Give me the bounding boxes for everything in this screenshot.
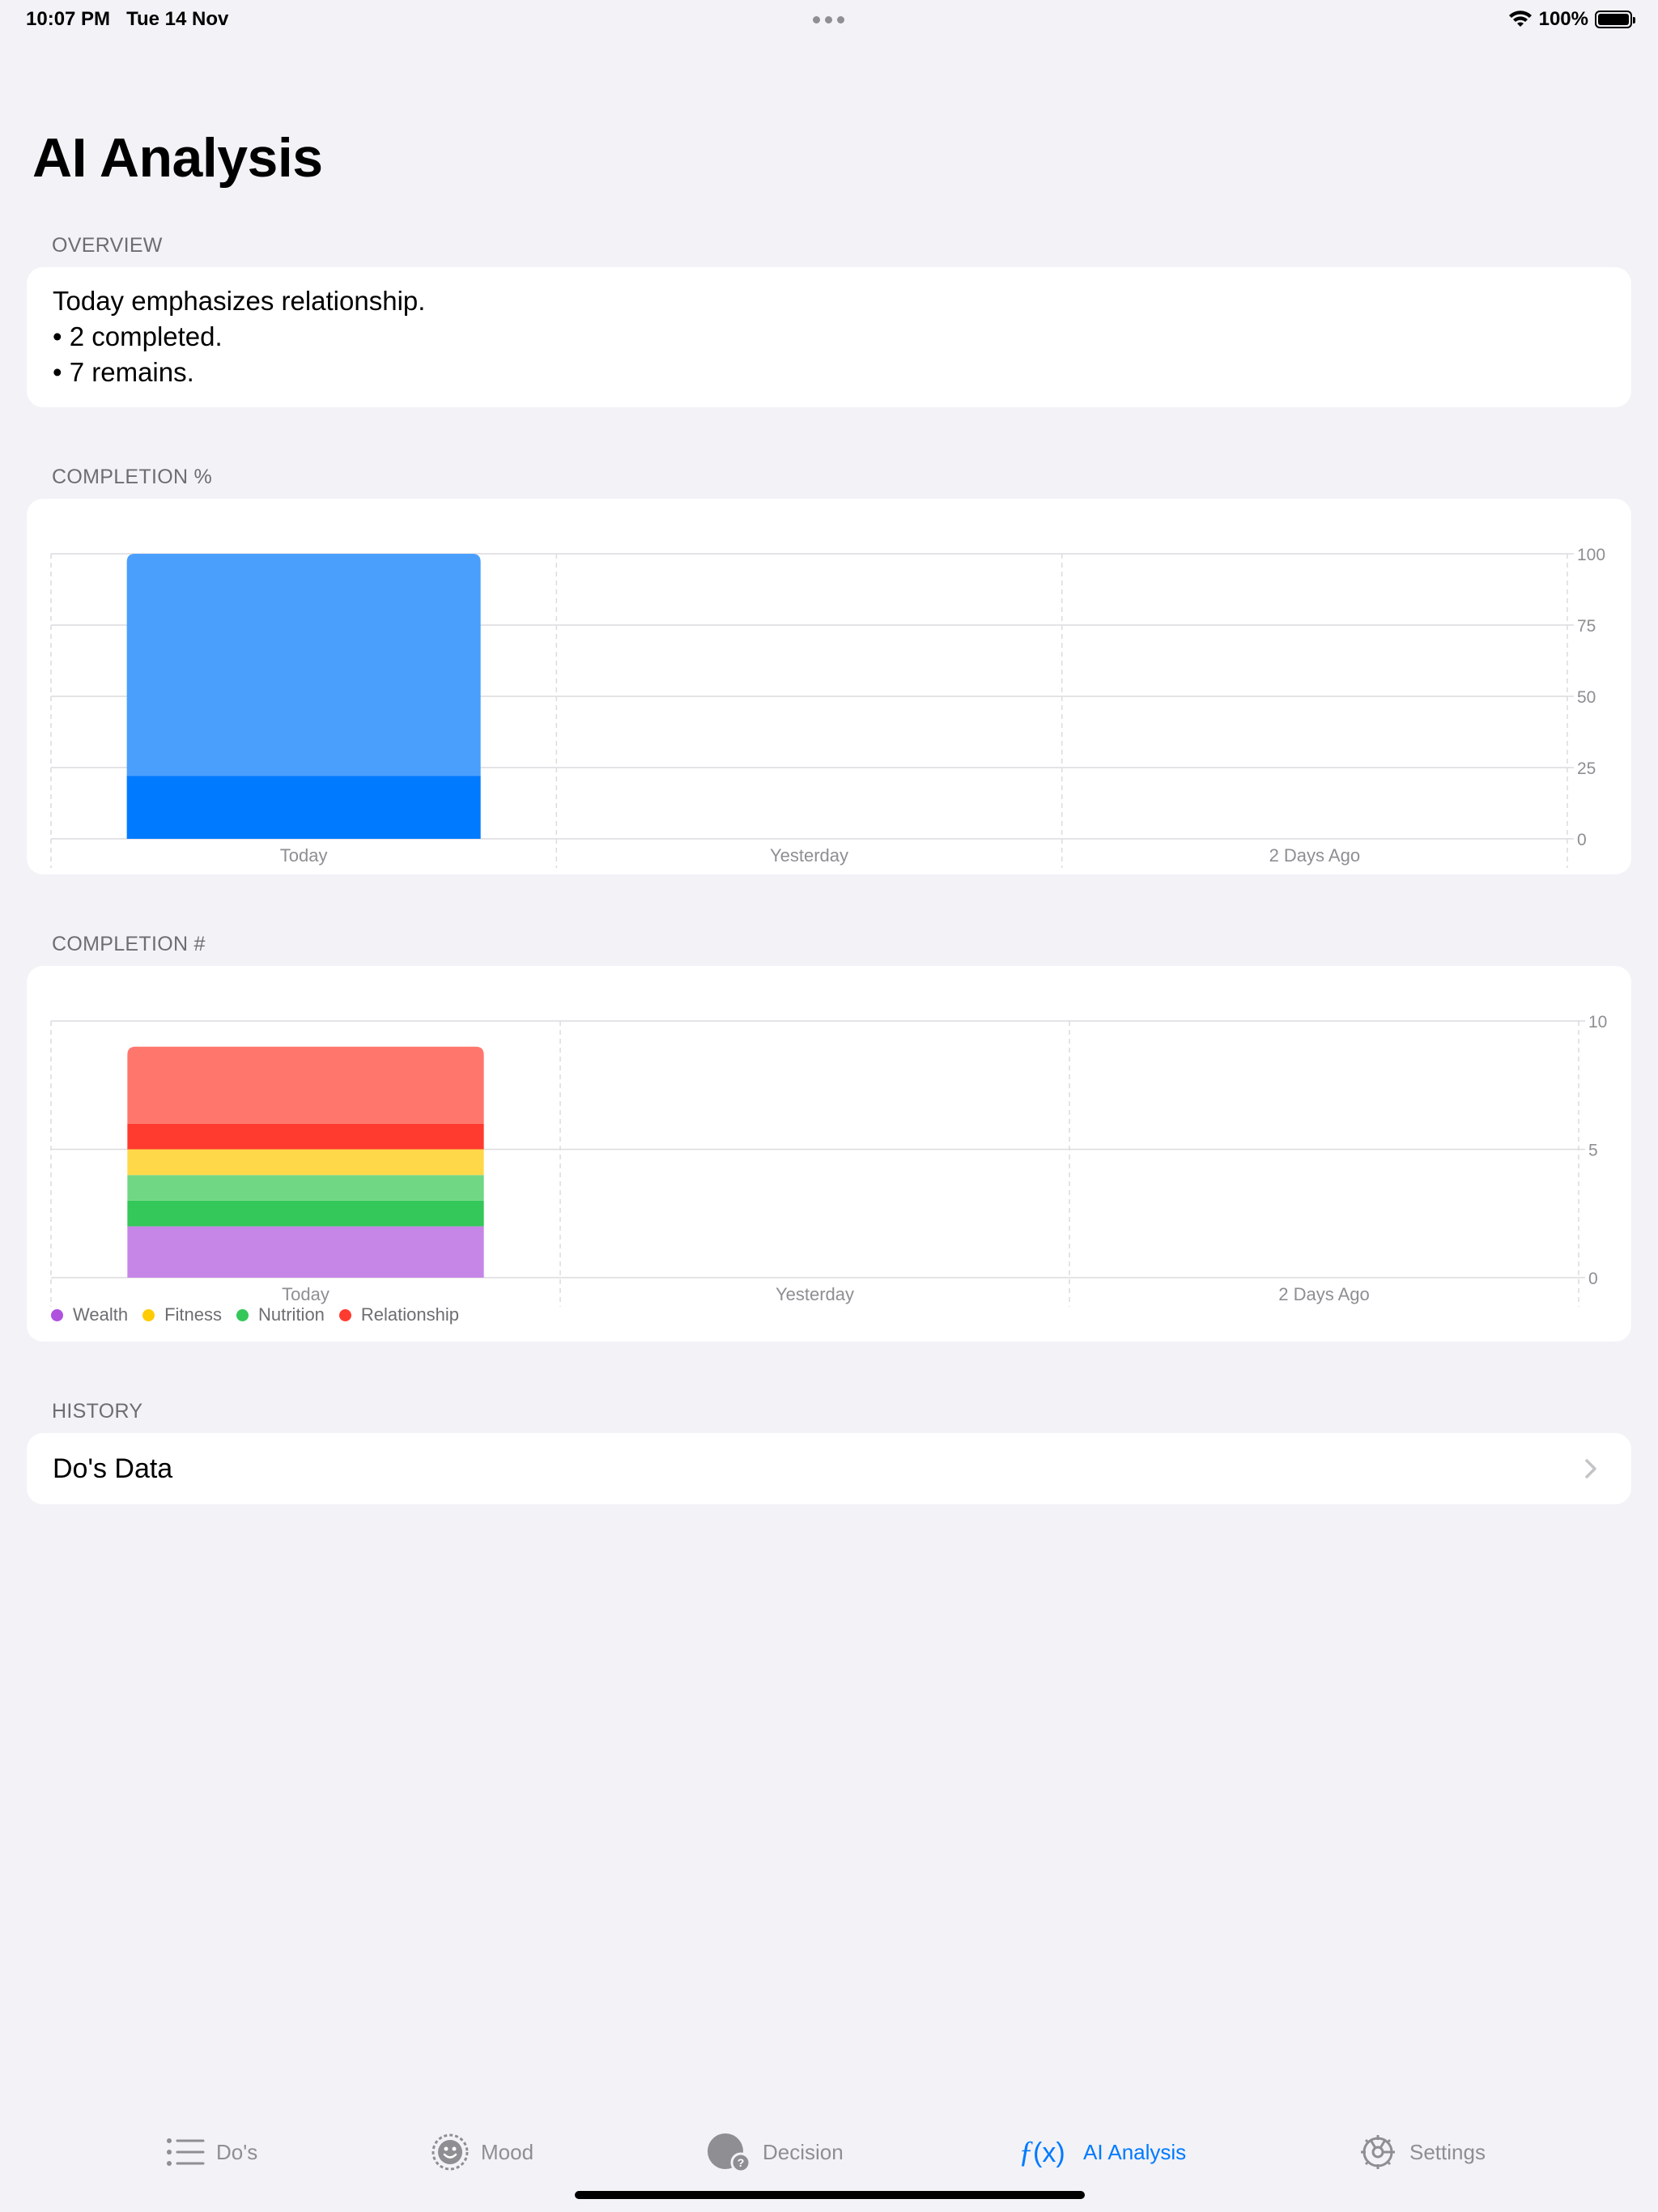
function-icon: ƒ (x) <box>1018 2135 1065 2169</box>
x-tick-label: Yesterday <box>770 845 848 866</box>
legend-dot <box>236 1308 249 1321</box>
completion-count-chart: 0 5 10 Today Yesterday 2 Days Ago <box>50 1013 1607 1307</box>
overview-line: • 7 remains. <box>53 357 194 387</box>
tab-label: Settings <box>1409 2139 1486 2164</box>
overview-line: • 2 completed. <box>53 321 223 351</box>
legend-item: Fitness <box>142 1304 222 1325</box>
bar-segment <box>127 1200 484 1227</box>
chevron-right-icon <box>1585 1459 1596 1478</box>
legend-dot <box>338 1308 351 1321</box>
legend-label: Relationship <box>360 1304 459 1325</box>
history-row-dos-data[interactable]: Do's Data <box>27 1433 1631 1504</box>
status-time: 10:07 PM Tue 14 Nov <box>26 8 229 30</box>
completion-count-header: COMPLETION # <box>52 933 206 955</box>
legend-label: Wealth <box>73 1304 129 1325</box>
page-title: AI Analysis <box>32 127 323 189</box>
svg-text:?: ? <box>738 2156 745 2169</box>
tab-label: Decision <box>763 2139 844 2164</box>
tab-label: Mood <box>481 2139 534 2164</box>
bar-segment <box>127 1123 484 1150</box>
y-tick-label: 0 <box>1577 831 1587 849</box>
tab-label: Do's <box>216 2139 258 2164</box>
chart-legend: Wealth Fitness Nutrition Relationship <box>51 1304 474 1325</box>
y-tick-label: 0 <box>1588 1270 1598 1288</box>
completion-percent-chart: 0 25 50 75 100 Today Yesterday 2 Days Ago <box>50 546 1605 868</box>
legend-dot <box>142 1308 155 1321</box>
home-indicator <box>575 2191 1085 2199</box>
bar-segment <box>127 1046 484 1124</box>
y-tick-label: 25 <box>1577 759 1596 778</box>
bar-segment <box>126 776 481 839</box>
legend-label: Nutrition <box>258 1304 325 1325</box>
list-icon <box>167 2138 205 2166</box>
battery-icon <box>1595 11 1635 28</box>
overview-line: Today emphasizes relationship. <box>53 286 426 316</box>
status-indicators: 100% <box>1508 6 1635 32</box>
multitasking-dots-icon[interactable] <box>813 16 845 23</box>
tab-label: AI Analysis <box>1083 2139 1187 2164</box>
battery-percent: 100% <box>1538 8 1588 30</box>
overview-header: OVERVIEW <box>52 234 163 257</box>
wifi-icon <box>1508 11 1532 27</box>
legend-item: Nutrition <box>236 1304 325 1325</box>
completion-count-card: 0 5 10 Today Yesterday 2 Days Ago Wealth Fitne… <box>27 966 1631 1342</box>
y-tick-label: 100 <box>1577 546 1605 564</box>
bar-segment <box>127 1175 484 1201</box>
tab-settings[interactable]: Settings <box>1358 2128 1486 2176</box>
legend-item: Wealth <box>51 1304 128 1325</box>
bar-segment <box>127 1149 484 1176</box>
status-bar: 10:07 PM Tue 14 Nov 100% <box>0 0 1658 39</box>
legend-dot <box>51 1308 63 1321</box>
tab-dos[interactable]: Do's <box>166 2128 257 2176</box>
tab-mood[interactable]: Mood <box>431 2128 534 2176</box>
legend-label: Fitness <box>164 1304 222 1325</box>
decision-icon: ? <box>708 2133 751 2172</box>
x-tick-label: 2 Days Ago <box>1269 845 1361 866</box>
bar-segment <box>127 1226 484 1278</box>
y-tick-label: 5 <box>1588 1142 1598 1160</box>
smiley-icon <box>432 2133 469 2171</box>
svg-text:ƒ: ƒ <box>1018 2135 1034 2169</box>
overview-card: Today emphasizes relationship. • 2 compl… <box>27 267 1631 407</box>
x-tick-label: 2 Days Ago <box>1278 1284 1370 1304</box>
tab-bar: Do's Mood ? Decision ƒ (x) AI Analysis S… <box>0 2105 1658 2194</box>
tab-decision[interactable]: ? Decision <box>706 2128 844 2176</box>
history-row-label: Do's Data <box>53 1453 173 1484</box>
tab-ai-analysis[interactable]: ƒ (x) AI Analysis <box>1018 2128 1186 2176</box>
completion-percent-card: 0 25 50 75 100 Today Yesterday 2 Days Ago <box>27 499 1631 874</box>
x-tick-label: Today <box>282 1284 329 1304</box>
bar-segment <box>126 554 481 776</box>
y-tick-label: 10 <box>1588 1013 1607 1032</box>
gear-icon <box>1361 2135 1395 2169</box>
completion-percent-header: COMPLETION % <box>52 466 213 488</box>
x-tick-label: Today <box>280 845 328 866</box>
svg-text:(x): (x) <box>1033 2138 1065 2168</box>
legend-item: Relationship <box>338 1304 459 1325</box>
y-tick-label: 50 <box>1577 688 1596 707</box>
history-header: HISTORY <box>52 1400 143 1423</box>
x-tick-label: Yesterday <box>776 1284 854 1304</box>
y-tick-label: 75 <box>1577 617 1596 636</box>
overview-text: Today emphasizes relationship. • 2 compl… <box>53 283 425 390</box>
